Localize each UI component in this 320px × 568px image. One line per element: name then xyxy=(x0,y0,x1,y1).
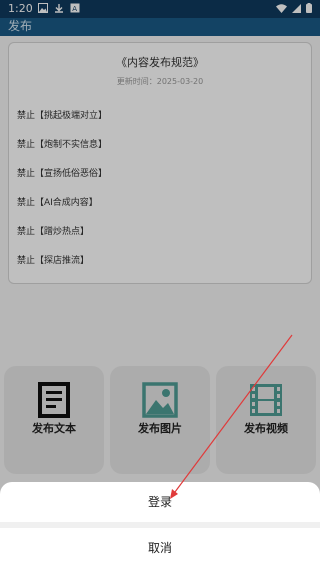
bottom-sheet: 登录 取消 xyxy=(0,482,320,568)
cancel-button[interactable]: 取消 xyxy=(0,528,320,568)
login-button[interactable]: 登录 xyxy=(0,482,320,522)
